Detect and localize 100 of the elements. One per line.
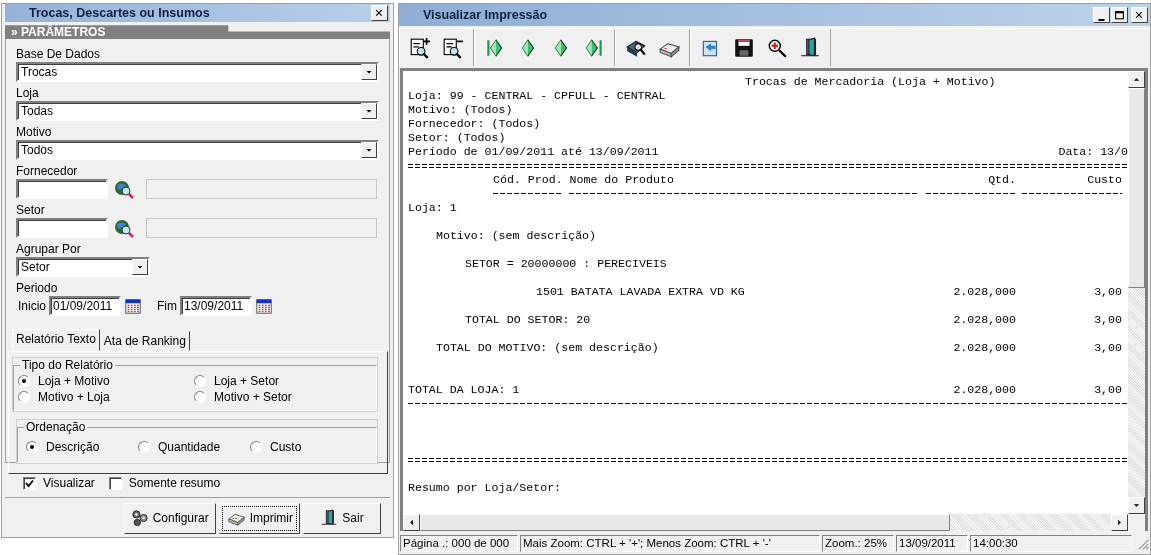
scrollbar-corner	[1128, 514, 1145, 531]
dropdown-button[interactable]	[361, 64, 377, 81]
checkbox[interactable]	[23, 476, 36, 490]
radio-button[interactable]	[138, 441, 150, 454]
radio-label: Custo	[270, 440, 302, 455]
report-text: Período de 01/09/2011 até 13/09/2011	[408, 145, 659, 159]
maximize-button[interactable]	[1111, 7, 1128, 23]
quantity-value: 2.028,000	[953, 383, 1016, 396]
field-label: Agrupar Por	[16, 242, 82, 258]
group-title: Ordenação	[25, 420, 87, 435]
field-label: Base De Dados	[16, 47, 102, 63]
radio-button[interactable]	[194, 375, 206, 388]
input-field[interactable]	[16, 218, 108, 239]
checkbox-label: Somente resumo	[128, 476, 221, 491]
checkbox[interactable]	[108, 476, 122, 490]
date-field[interactable]: 01/09/2011	[49, 296, 121, 317]
scroll-left-button[interactable]	[403, 514, 420, 531]
dropdown-button[interactable]	[361, 103, 377, 120]
quantity-value: 2.028,000	[953, 313, 1016, 326]
vertical-scrollbar[interactable]	[1128, 71, 1145, 514]
configure-button[interactable]: Configurar	[123, 503, 216, 534]
field-label: Fim	[157, 299, 177, 314]
column-header: Custo	[1087, 173, 1122, 186]
window-title: Trocas, Descartes ou Insumos	[29, 6, 210, 21]
radio-label: Quantidade	[158, 440, 221, 455]
report-title: Trocas de Mercadoria (Loja + Motivo)	[745, 75, 996, 88]
down-arrow-icon	[1132, 501, 1141, 510]
section-header: » PARÂMETROS	[5, 25, 390, 40]
cost-value: 3,00	[1094, 313, 1122, 326]
radio-label: Loja + Setor	[214, 374, 280, 389]
status-text: 13/09/2011	[896, 535, 968, 552]
radio-label: Loja + Motivo	[38, 374, 110, 389]
dropdown[interactable]: Todas	[16, 101, 379, 122]
report-text: Data: 13/0	[1058, 145, 1128, 159]
status-text: 14:00:30	[970, 535, 1132, 552]
cost-value: 3,00	[1094, 285, 1122, 298]
radio-label: Motivo + Setor	[214, 390, 292, 405]
radio-button[interactable]	[194, 391, 206, 404]
report-text: Motivo: (sem descrição)	[436, 229, 597, 242]
page-zoom-in-icon[interactable]	[408, 35, 432, 60]
globe-search-icon[interactable]	[114, 179, 134, 200]
column-header: Cód. Prod.	[493, 173, 563, 186]
calendar-icon	[124, 297, 142, 316]
radio-button[interactable]	[26, 441, 38, 454]
status-text: Zoom.: 25%	[822, 535, 894, 552]
dropdown-button[interactable]	[361, 142, 377, 159]
scroll-right-button[interactable]	[1111, 514, 1128, 531]
field-label: Periodo	[16, 281, 59, 297]
field-label: Loja	[16, 86, 40, 102]
field-label: Motivo	[16, 125, 53, 141]
minimize-icon	[1098, 18, 1105, 21]
report-text: Loja: 1	[408, 201, 457, 214]
report-text: Resumo por Loja/Setor:	[408, 481, 562, 494]
maximize-icon	[1114, 9, 1125, 21]
scroll-down-button[interactable]	[1128, 497, 1145, 514]
radio-label: Motivo + Loja	[38, 390, 110, 405]
radio-button[interactable]	[18, 375, 30, 388]
report-text: Setor: (Todos)	[408, 131, 506, 144]
horizontal-scrollbar[interactable]	[403, 514, 1128, 531]
report-text: TOTAL DO SETOR: 20	[465, 313, 591, 326]
exit-door-icon	[320, 509, 339, 528]
minimize-button[interactable]	[1093, 7, 1110, 23]
dropdown[interactable]: Trocas	[16, 62, 379, 83]
close-button[interactable]	[371, 5, 388, 22]
gears-icon	[130, 509, 149, 528]
close-icon	[374, 7, 385, 19]
report-text: TOTAL DO MOTIVO: (sem descrição)	[436, 341, 659, 354]
group-title: Tipo do Relatório	[21, 358, 114, 373]
dropdown[interactable]: Todos	[16, 140, 379, 161]
column-header: Qtd.	[988, 173, 1016, 186]
tab[interactable]: Ata de Ranking	[99, 331, 190, 352]
window-title: Visualizar Impressão	[423, 8, 548, 22]
print-button[interactable]: Imprimir	[218, 503, 300, 534]
calendar-icon	[255, 297, 273, 316]
globe-search-icon[interactable]	[114, 218, 134, 239]
close-button[interactable]	[1131, 7, 1148, 23]
tab[interactable]: Relatório Texto	[12, 329, 100, 352]
report-text: Loja: 99 - CENTRAL - CPFULL - CENTRAL	[408, 89, 666, 102]
field-label: Setor	[16, 203, 46, 219]
column-header: Nome do Produto	[569, 173, 674, 186]
date-field[interactable]: 13/09/2011	[180, 296, 252, 317]
cost-value: 3,00	[1094, 383, 1122, 396]
scroll-up-button[interactable]	[1128, 71, 1145, 88]
close-icon	[1134, 9, 1145, 21]
report-text: Motivo: (Todos)	[408, 103, 513, 116]
radio-label: Descrição	[46, 440, 100, 455]
checkbox-label: Visualizar	[43, 476, 95, 491]
field-label: Fornecedor	[16, 164, 79, 180]
radio-button[interactable]	[250, 441, 262, 454]
status-text: Página .: 000 de 000	[400, 535, 518, 552]
up-arrow-icon	[1132, 75, 1141, 84]
field-label: Inicio	[18, 299, 46, 314]
input-field[interactable]	[16, 179, 108, 200]
right-arrow-icon	[1115, 518, 1124, 527]
report-text: TOTAL DA LOJA: 1	[408, 383, 520, 396]
quantity-value: 2.028,000	[953, 341, 1016, 354]
dropdown[interactable]: Setor	[16, 257, 150, 278]
dropdown-button[interactable]	[132, 259, 148, 276]
radio-button[interactable]	[18, 391, 30, 404]
exit-button[interactable]: Sair	[303, 503, 381, 534]
